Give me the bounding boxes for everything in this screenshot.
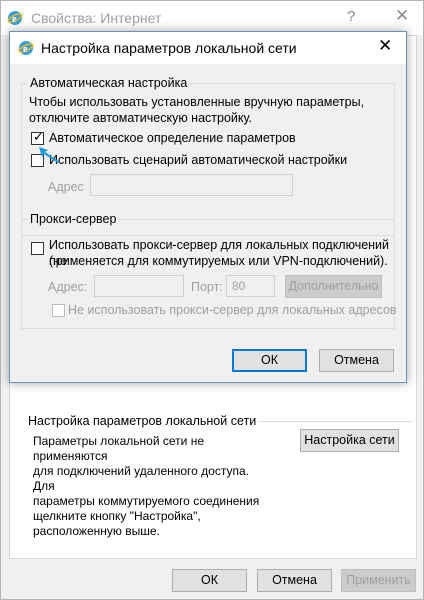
checkmark-icon: ✓ bbox=[33, 129, 44, 144]
lan-description: Параметры локальной сети не применяются … bbox=[33, 434, 260, 538]
advanced-button[interactable]: Дополнительно bbox=[285, 275, 382, 298]
bypass-local-checkbox[interactable] bbox=[52, 304, 65, 317]
proxy-port-field[interactable]: 80 bbox=[226, 275, 275, 297]
dialog-title: Настройка параметров локальной сети bbox=[41, 40, 297, 56]
dialog-title-bar: e Настройка параметров локальной сети ✕ bbox=[10, 32, 406, 64]
close-icon[interactable]: ✕ bbox=[378, 36, 392, 56]
proxy-group-title: Прокси-сервер bbox=[30, 212, 117, 226]
background-window-title: Свойства: Интернет bbox=[31, 10, 162, 26]
lan-settings-button[interactable]: Настройка сети bbox=[300, 429, 399, 452]
lan-group-title: Настройка параметров локальной сети bbox=[28, 414, 257, 428]
background-ok-button[interactable]: ОК bbox=[172, 569, 247, 592]
use-proxy-label-line2[interactable]: применяется для коммутируемых или VPN-по… bbox=[49, 253, 388, 269]
lan-settings-dialog: e Настройка параметров локальной сети ✕ … bbox=[9, 31, 407, 383]
bypass-local-label[interactable]: Не использовать прокси-сервер для локаль… bbox=[68, 302, 397, 318]
background-title-bar: e Свойства: Интернет ? ✕ bbox=[1, 1, 423, 35]
pointer-arrow-icon bbox=[39, 147, 60, 163]
group-divider bbox=[258, 421, 413, 422]
auto-config-description: Чтобы использовать установленные вручную… bbox=[29, 95, 365, 125]
script-address-field[interactable] bbox=[90, 174, 293, 196]
close-icon[interactable]: ✕ bbox=[395, 6, 409, 26]
use-script-label[interactable]: Использовать сценарий автоматической нас… bbox=[49, 152, 347, 168]
apply-button[interactable]: Применить bbox=[341, 569, 416, 592]
auto-config-group-title: Автоматическая настройка bbox=[30, 76, 188, 90]
proxy-address-field[interactable] bbox=[94, 275, 184, 297]
internet-explorer-icon: e bbox=[7, 10, 23, 29]
use-proxy-checkbox[interactable] bbox=[31, 242, 44, 255]
script-address-label: Адрес bbox=[48, 180, 84, 194]
background-cancel-button[interactable]: Отмена bbox=[257, 569, 332, 592]
svg-text:e: e bbox=[23, 44, 28, 55]
proxy-address-label: Адрес: bbox=[48, 280, 88, 294]
proxy-port-label: Порт: bbox=[191, 280, 223, 294]
auto-detect-checkbox[interactable]: ✓ bbox=[31, 129, 44, 145]
svg-text:e: e bbox=[12, 14, 17, 25]
ok-button[interactable]: ОК bbox=[232, 349, 307, 372]
background-button-bar: ОК Отмена Применить bbox=[1, 559, 423, 599]
cancel-button[interactable]: Отмена bbox=[319, 349, 394, 372]
auto-detect-label[interactable]: Автоматическое определение параметров bbox=[49, 130, 296, 146]
help-icon[interactable]: ? bbox=[347, 8, 355, 25]
internet-explorer-icon: e bbox=[18, 40, 34, 59]
